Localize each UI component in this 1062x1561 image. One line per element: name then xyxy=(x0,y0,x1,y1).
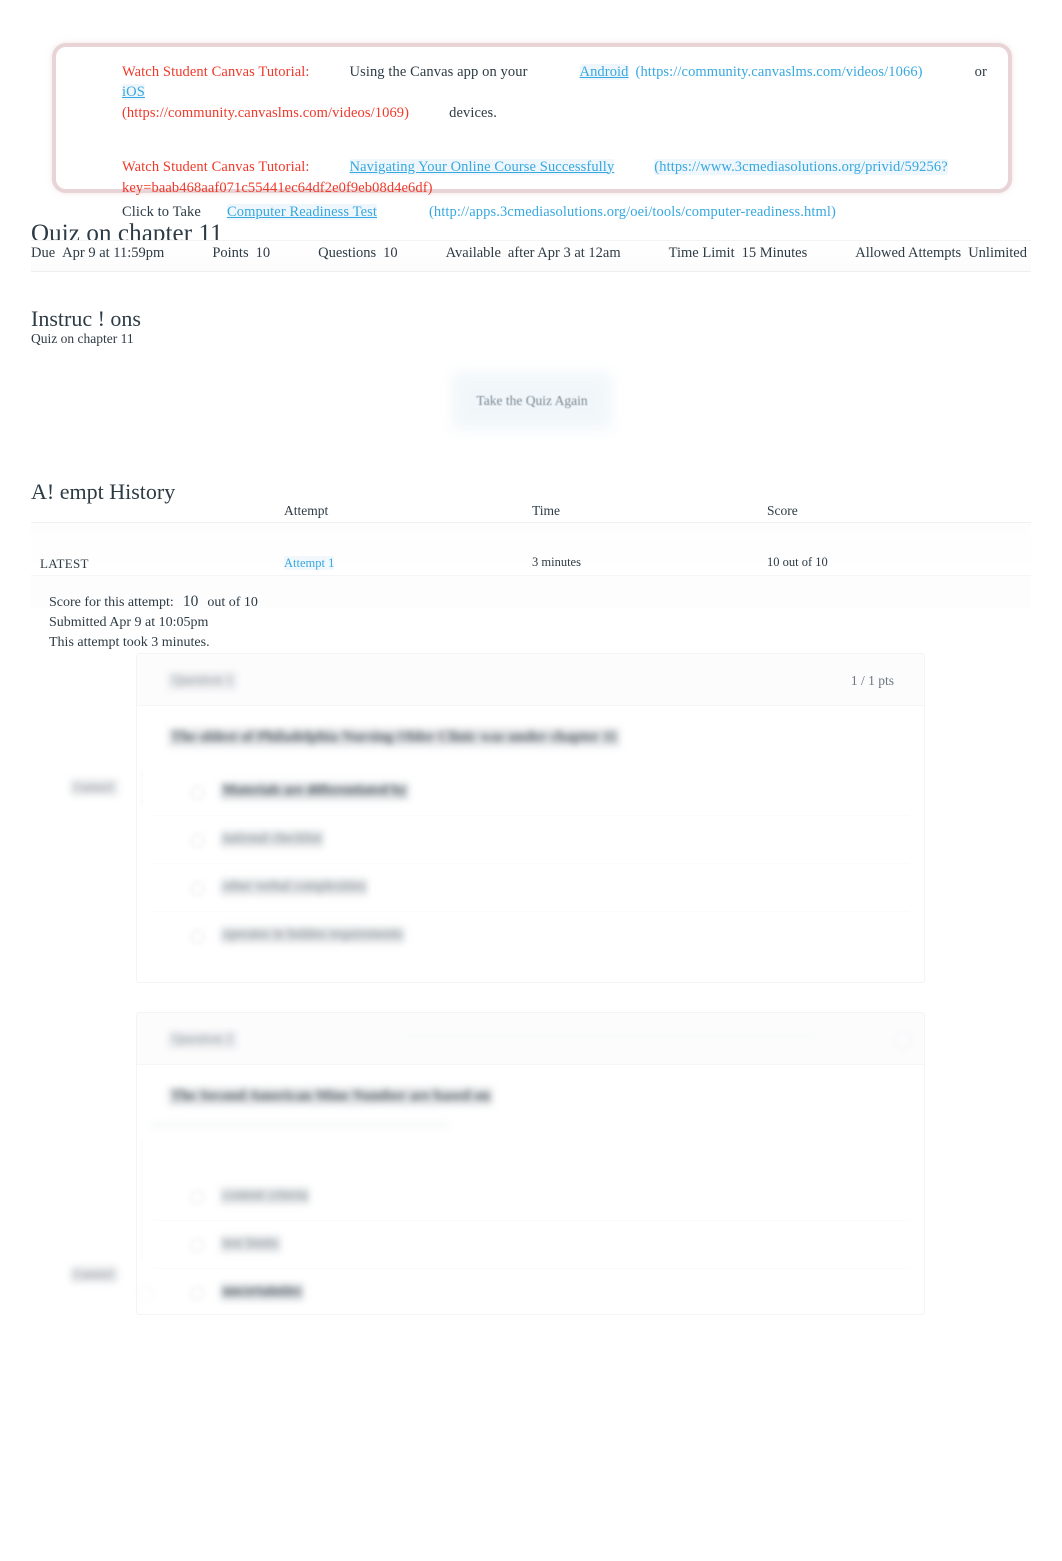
radio-icon[interactable] xyxy=(190,881,205,896)
attempt-1-link[interactable]: Attempt 1 xyxy=(284,556,335,570)
submitted-line: Submitted Apr 9 at 10:05pm xyxy=(49,615,209,630)
banner-line-2-label: Watch Student Canvas Tutorial: xyxy=(122,158,310,175)
banner-line-1-label: Watch Student Canvas Tutorial: xyxy=(122,64,310,80)
radio-icon[interactable] xyxy=(190,1238,205,1253)
meta-value-points: 10 xyxy=(255,245,271,261)
question-title: Question 1 xyxy=(168,672,238,690)
score-out-of: out of 10 xyxy=(207,595,258,610)
answer-text: Materials are differentiated by xyxy=(220,782,410,800)
android-tutorial-link[interactable]: Android xyxy=(579,64,629,80)
question-text: The Second American Mine Number are base… xyxy=(168,1087,494,1106)
column-header-score: Score xyxy=(767,503,798,518)
answer-list: Materials are differentiated by national… xyxy=(154,768,909,959)
score-value: 10 xyxy=(182,593,199,610)
banner-line-1: Watch Student Canvas Tutorial: Using the … xyxy=(122,63,1002,102)
meta-label-points: Points xyxy=(212,245,249,261)
question-status-icon xyxy=(894,1032,912,1050)
answer-row[interactable]: operates in hidden requirements xyxy=(154,911,909,959)
banner-line-3: Click to Take Computer Readiness Test (htt… xyxy=(122,203,1002,223)
banner-content: Watch Student Canvas Tutorial: Using the … xyxy=(122,61,1002,222)
table-row: LATEST Attempt 1 3 minutes 10 out of 10 xyxy=(31,523,1031,576)
meta-value-available: after Apr 3 at 12am xyxy=(507,245,621,261)
navigating-course-url-part1: (https://www.3cmediasolutions.org/privid… xyxy=(654,158,948,175)
question-text: The oldest of Philadelphia Nursing Older… xyxy=(168,728,620,747)
meta-value-due: Apr 9 at 11:59pm xyxy=(62,245,165,261)
banner-line-1-text-b: devices. xyxy=(449,105,497,121)
computer-readiness-test-link[interactable]: Computer Readiness Test xyxy=(226,203,377,220)
answer-text: content criteria xyxy=(220,1187,311,1205)
answer-text: uncertainties xyxy=(220,1283,304,1301)
ios-tutorial-link[interactable]: iOS xyxy=(122,83,145,100)
meta-label-allowed-attempts: Allowed Attempts xyxy=(855,245,962,261)
answer-list: content criteria test limits uncertainti… xyxy=(154,1173,909,1316)
question-card: Question 2 The Second American Mine Numb… xyxy=(136,1012,925,1315)
column-header-time: Time xyxy=(532,503,561,518)
answer-text: national checklist xyxy=(220,830,325,848)
banner-line-1-conjunction: or xyxy=(974,64,987,80)
instructions-body: Quiz on chapter 11 xyxy=(31,331,134,346)
meta-label-due: Due xyxy=(31,245,56,261)
answer-row[interactable]: content criteria xyxy=(154,1173,909,1220)
android-tutorial-url: (https://community.canvaslms.com/videos/… xyxy=(635,64,923,80)
score-summary: Score for this attempt: 10 out of 10 Submi… xyxy=(49,592,258,653)
meta-value-allowed-attempts: Unlimited xyxy=(968,245,1027,261)
navigating-course-link[interactable]: Navigating Your Online Course Successful… xyxy=(349,158,615,175)
radio-icon[interactable] xyxy=(190,833,205,848)
column-header-attempt: Attempt xyxy=(284,503,329,518)
attempt-score: 10 out of 10 xyxy=(767,555,828,569)
meta-label-questions: Questions xyxy=(318,245,377,261)
answer-row[interactable]: national checklist xyxy=(154,815,909,863)
ios-tutorial-url: (https://community.canvaslms.com/videos/… xyxy=(122,105,410,121)
question-points: 1 / 1 pts xyxy=(850,673,894,688)
answer-text: operates in hidden requirements xyxy=(220,926,406,944)
take-quiz-again-label: Take the Quiz Again xyxy=(476,393,588,408)
meta-value-time-limit: 15 Minutes xyxy=(741,245,808,261)
banner-line-2-cont: key=baab468aaf071c55441ec64df2e0f9eb08d4… xyxy=(122,179,1002,199)
meta-label-available: Available xyxy=(445,245,501,261)
table-header-row: Attempt Time Score xyxy=(31,496,1031,523)
take-quiz-again-button[interactable]: Take the Quiz Again xyxy=(452,372,612,430)
score-line: Score for this attempt: 10 out of 10 xyxy=(49,592,258,613)
quiz-meta-row: Due Apr 9 at 11:59pm Points 10 Questions 10 Av… xyxy=(31,245,1041,262)
radio-icon[interactable] xyxy=(138,1286,154,1302)
duration-line: This attempt took 3 minutes. xyxy=(49,635,210,650)
answer-text: other verbal complexities xyxy=(220,878,369,896)
latest-badge: LATEST xyxy=(40,556,89,571)
instructions-heading: Instruc ! ons xyxy=(31,306,141,332)
answer-row[interactable]: Materials are differentiated by xyxy=(154,768,909,815)
answer-gutter-rule xyxy=(141,1140,142,1260)
decorative-rule xyxy=(150,1120,450,1130)
banner-line-2: Watch Student Canvas Tutorial: Navigating… xyxy=(122,158,1002,178)
meta-label-time-limit: Time Limit xyxy=(668,245,735,261)
banner-line-1-cont: (https://community.canvaslms.com/videos/… xyxy=(122,104,1002,124)
navigating-course-url-part2: key=baab468aaf071c55441ec64df2e0f9eb08d4… xyxy=(122,180,433,196)
correct-marker: Correct! xyxy=(70,1266,118,1283)
radio-icon[interactable] xyxy=(190,785,205,800)
question-card: Question 1 1 / 1 pts The oldest of Phila… xyxy=(136,653,925,983)
score-label: Score for this attempt: xyxy=(49,595,174,610)
canvas-tutorial-banner: Watch Student Canvas Tutorial: Using the … xyxy=(52,43,1012,220)
answer-row[interactable]: other verbal complexities xyxy=(154,863,909,911)
radio-icon[interactable] xyxy=(190,929,205,944)
question-title: Question 2 xyxy=(168,1031,238,1049)
question-header: Question 1 1 / 1 pts xyxy=(137,654,924,706)
radio-icon[interactable] xyxy=(190,1286,205,1301)
answer-row[interactable]: uncertainties xyxy=(154,1268,909,1316)
answer-text: test limits xyxy=(220,1235,281,1253)
computer-readiness-test-url: (http://apps.3cmediasolutions.org/oei/to… xyxy=(428,203,836,220)
radio-icon[interactable] xyxy=(190,1190,205,1205)
correct-marker: Correct! xyxy=(70,779,118,796)
banner-line-1-text-a: Using the Canvas app on your xyxy=(349,64,528,80)
answer-gutter-rule xyxy=(141,770,142,806)
decorative-rule xyxy=(400,1030,820,1042)
answer-row[interactable]: test limits xyxy=(154,1220,909,1268)
meta-value-questions: 10 xyxy=(383,245,398,261)
attempt-time: 3 minutes xyxy=(532,555,581,569)
readiness-prefix: Click to Take xyxy=(122,203,201,220)
